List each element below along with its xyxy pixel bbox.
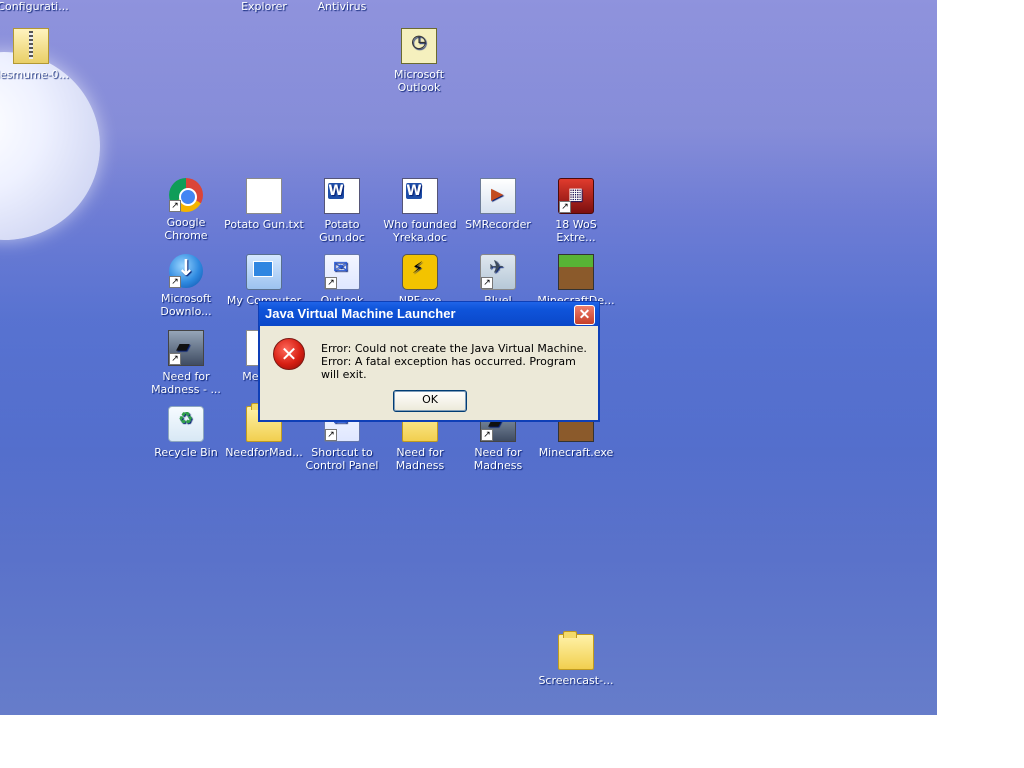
error-icon: ✕ xyxy=(273,338,305,370)
truck-icon xyxy=(558,178,594,214)
word-document-icon xyxy=(324,178,360,214)
desktop-icon-desmume[interactable]: desmume-0... xyxy=(0,28,72,81)
close-button[interactable]: ✕ xyxy=(574,305,595,325)
error-message: Error: Could not create the Java Virtual… xyxy=(321,342,591,381)
download-icon xyxy=(169,254,203,288)
desktop-icon-recycle-bin[interactable]: Recycle Bin xyxy=(145,406,227,459)
desktop-icon-label: Potato Gun.txt xyxy=(224,218,304,231)
desktop-icon-label: Screencast-... xyxy=(538,674,614,687)
desktop-icon-label: SMRecorder xyxy=(465,218,531,231)
desktop-icon-label: Microsoft Outlook xyxy=(393,68,445,94)
desktop-icon-label: Google Chrome xyxy=(164,216,208,242)
error-message-line-1: Error: Could not create the Java Virtual… xyxy=(321,342,587,355)
car-icon xyxy=(168,330,204,366)
dialog-titlebar: Java Virtual Machine Launcher ✕ xyxy=(259,302,599,326)
desktop-icon-label: Need for Madness xyxy=(395,446,445,472)
desktop-icon-label: Minecraft.exe xyxy=(538,446,614,459)
desktop-icon-my-computer[interactable]: My Computer xyxy=(223,254,305,307)
video-recorder-icon xyxy=(480,178,516,214)
desktop-icon-npf-exe[interactable]: NPF.exe xyxy=(379,254,461,307)
zip-icon xyxy=(13,28,49,64)
desktop-icon-outlook[interactable]: Outlook xyxy=(301,254,383,307)
desktop-icon-minecraft-de[interactable]: MinecraftDe... xyxy=(535,254,617,307)
desktop-icon-configuration[interactable]: Configurati... xyxy=(0,0,74,13)
chrome-icon xyxy=(169,178,203,212)
lightning-icon xyxy=(402,254,438,290)
desktop-icon-bluej[interactable]: BlueJ xyxy=(457,254,539,307)
desktop-icon-screencast-folder[interactable]: Screencast-... xyxy=(535,631,617,687)
minecraft-icon xyxy=(558,254,594,290)
folder-icon xyxy=(558,631,594,670)
desktop-icon-label: Recycle Bin xyxy=(154,446,218,459)
desktop-icon-label: Explorer xyxy=(241,0,287,13)
java-error-dialog: Java Virtual Machine Launcher ✕ ✕ Error:… xyxy=(258,301,600,422)
dialog-body: ✕ Error: Could not create the Java Virtu… xyxy=(259,326,599,421)
computer-icon xyxy=(246,254,282,290)
desktop-icon-microsoft-outlook[interactable]: Microsoft Outlook xyxy=(378,28,460,94)
desktop-icon-label: 18 WoS Extre... xyxy=(555,218,597,244)
desktop-icon-label: desmume-0... xyxy=(0,68,70,81)
outlook-icon xyxy=(324,254,360,290)
desktop-icon-18-wos[interactable]: 18 WoS Extre... xyxy=(535,178,617,244)
close-icon: ✕ xyxy=(578,306,591,322)
desktop-icon-who-founded-yreka[interactable]: Who founded Yreka.doc xyxy=(379,178,461,244)
text-file-icon xyxy=(246,178,282,214)
error-symbol: ✕ xyxy=(280,342,298,366)
dialog-title: Java Virtual Machine Launcher xyxy=(265,306,456,321)
desktop-icon-label: Shortcut to Control Panel xyxy=(305,446,379,472)
outlook-icon xyxy=(401,28,437,64)
desktop-icon-label: Potato Gun.doc xyxy=(319,218,365,244)
desktop-icon-label: Microsoft Downlo... xyxy=(160,292,212,318)
desktop-icon-potato-gun-doc[interactable]: Potato Gun.doc xyxy=(301,178,383,244)
desktop-icon-potato-gun-txt[interactable]: Potato Gun.txt xyxy=(223,178,305,231)
ok-button[interactable]: OK xyxy=(393,390,467,412)
desktop-icon-label: Who founded Yreka.doc xyxy=(383,218,457,244)
word-document-icon xyxy=(402,178,438,214)
desktop-icon-label: Need for Madness - ... xyxy=(151,370,221,396)
desktop-icon-explorer[interactable]: Explorer xyxy=(223,0,305,13)
desktop-icon-smrecorder[interactable]: SMRecorder xyxy=(457,178,539,231)
desktop-icon-label: NeedforMad... xyxy=(225,446,303,459)
desktop-icon-google-chrome[interactable]: Google Chrome xyxy=(145,178,227,242)
desktop-icon-label: Antivirus xyxy=(317,0,367,13)
bluej-icon xyxy=(480,254,516,290)
error-message-line-2: Error: A fatal exception has occurred. P… xyxy=(321,355,576,381)
desktop-icon-microsoft-downloader[interactable]: Microsoft Downlo... xyxy=(145,254,227,318)
recycle-bin-icon xyxy=(168,406,204,442)
desktop-icon-antivirus[interactable]: Antivirus xyxy=(301,0,383,13)
desktop-icon-label: Configurati... xyxy=(0,0,69,13)
desktop-icon-need-for-madness-shortcut[interactable]: Need for Madness - ... xyxy=(145,330,227,396)
desktop-icon-label: Need for Madness xyxy=(473,446,523,472)
